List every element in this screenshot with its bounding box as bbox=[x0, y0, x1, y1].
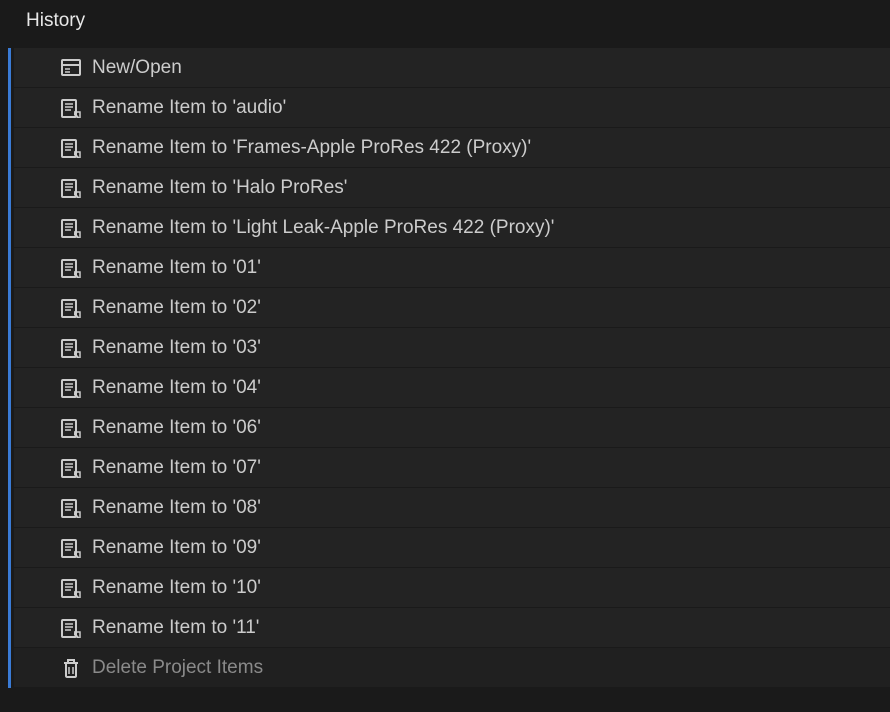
rename-icon bbox=[60, 137, 82, 159]
history-item[interactable]: Rename Item to '01' bbox=[14, 248, 890, 288]
rename-icon bbox=[60, 337, 82, 359]
history-item[interactable]: Rename Item to 'Light Leak-Apple ProRes … bbox=[14, 208, 890, 248]
history-item-label: Rename Item to 'Frames-Apple ProRes 422 … bbox=[60, 137, 531, 159]
rename-icon bbox=[60, 297, 82, 319]
history-item[interactable]: Rename Item to '02' bbox=[14, 288, 890, 328]
history-item[interactable]: Rename Item to '07' bbox=[14, 448, 890, 488]
history-item-label: Rename Item to 'audio' bbox=[60, 97, 286, 119]
history-item[interactable]: Delete Project Items bbox=[14, 648, 890, 688]
rename-icon bbox=[60, 217, 82, 239]
history-item-label: Rename Item to '10' bbox=[60, 577, 261, 599]
history-container: New/Open Rename Item to 'audio' Rename Ite… bbox=[0, 48, 890, 688]
rename-icon bbox=[60, 457, 82, 479]
history-item[interactable]: Rename Item to '08' bbox=[14, 488, 890, 528]
rename-icon bbox=[60, 377, 82, 399]
rename-icon bbox=[60, 497, 82, 519]
rename-icon bbox=[60, 177, 82, 199]
history-item[interactable]: Rename Item to '04' bbox=[14, 368, 890, 408]
history-item-label: Rename Item to '02' bbox=[60, 297, 261, 319]
rename-icon bbox=[60, 417, 82, 439]
history-panel: History New/Open Rename Item to 'audio' Re… bbox=[0, 0, 890, 712]
history-item-label: Rename Item to '04' bbox=[60, 377, 261, 399]
history-item-label: Rename Item to 'Halo ProRes' bbox=[60, 177, 347, 199]
history-item-label: Rename Item to '08' bbox=[60, 497, 261, 519]
history-item-label: Rename Item to 'Light Leak-Apple ProRes … bbox=[60, 217, 554, 239]
history-item[interactable]: Rename Item to 'Halo ProRes' bbox=[14, 168, 890, 208]
history-item[interactable]: Rename Item to '11' bbox=[14, 608, 890, 648]
history-item[interactable]: New/Open bbox=[14, 48, 890, 88]
rename-icon bbox=[60, 257, 82, 279]
history-item-label: Rename Item to '11' bbox=[60, 617, 259, 639]
history-item[interactable]: Rename Item to '03' bbox=[14, 328, 890, 368]
history-item[interactable]: Rename Item to 'audio' bbox=[14, 88, 890, 128]
history-item-label: Rename Item to '03' bbox=[60, 337, 261, 359]
history-item[interactable]: Rename Item to '10' bbox=[14, 568, 890, 608]
panel-title: History bbox=[0, 0, 890, 48]
rename-icon bbox=[60, 537, 82, 559]
new-open-icon bbox=[60, 57, 82, 79]
rename-icon bbox=[60, 617, 82, 639]
rename-icon bbox=[60, 97, 82, 119]
rename-icon bbox=[60, 577, 82, 599]
history-item-label: Rename Item to '01' bbox=[60, 257, 261, 279]
history-item-label: Rename Item to '07' bbox=[60, 457, 261, 479]
history-item-label: Delete Project Items bbox=[60, 657, 263, 679]
history-item[interactable]: Rename Item to '06' bbox=[14, 408, 890, 448]
history-item-label: Rename Item to '09' bbox=[60, 537, 261, 559]
trash-icon bbox=[60, 657, 82, 679]
history-item[interactable]: Rename Item to '09' bbox=[14, 528, 890, 568]
history-list: New/Open Rename Item to 'audio' Rename Ite… bbox=[14, 48, 890, 688]
history-item[interactable]: Rename Item to 'Frames-Apple ProRes 422 … bbox=[14, 128, 890, 168]
history-item-label: Rename Item to '06' bbox=[60, 417, 261, 439]
active-history-indicator bbox=[8, 48, 11, 688]
